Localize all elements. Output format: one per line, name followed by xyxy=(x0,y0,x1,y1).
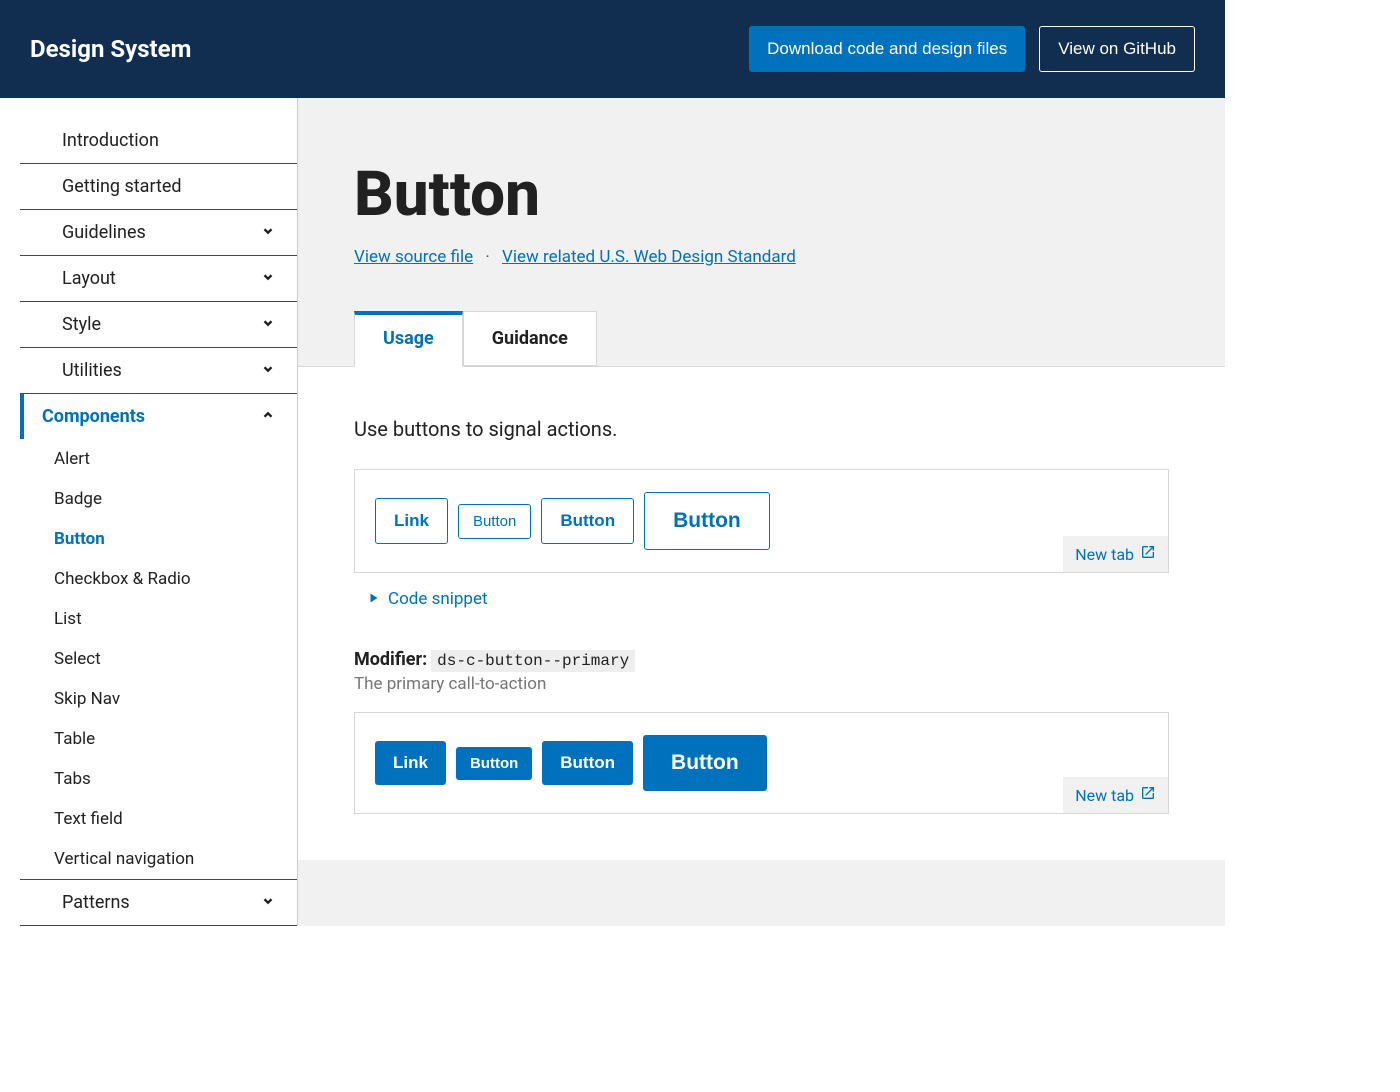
main-content: Button View source file · View related U… xyxy=(297,98,1225,926)
intro-text: Use buttons to signal actions. xyxy=(354,417,1169,441)
sidebar-item-label: Introduction xyxy=(62,130,159,151)
logo[interactable]: Design System xyxy=(30,35,191,63)
sidebar-subitem-button[interactable]: Button xyxy=(0,519,297,559)
new-tab-link[interactable]: New tab xyxy=(1063,536,1168,572)
chevron-down-icon xyxy=(261,362,275,380)
sidebar-subitem-tabs[interactable]: Tabs xyxy=(0,759,297,799)
external-link-icon xyxy=(1140,785,1156,805)
sidebar-subitem-select[interactable]: Select xyxy=(0,639,297,679)
example-primary-big-button[interactable]: Button xyxy=(643,735,767,791)
tabs: Usage Guidance xyxy=(298,311,1225,367)
page-title: Button xyxy=(354,158,1169,231)
sidebar-subitem-alert[interactable]: Alert xyxy=(0,439,297,479)
header: Design System Download code and design f… xyxy=(0,0,1225,98)
sidebar-subitem-list[interactable]: List xyxy=(0,599,297,639)
separator: · xyxy=(485,247,489,267)
preview-box-primary: Link Button Button Button New tab xyxy=(354,712,1169,814)
example-primary-regular-button[interactable]: Button xyxy=(542,741,633,785)
sidebar-item-label: Style xyxy=(62,314,101,335)
example-big-button[interactable]: Button xyxy=(644,492,770,550)
page-header: Button View source file · View related U… xyxy=(298,98,1225,267)
sidebar-item-guidelines[interactable]: Guidelines xyxy=(20,210,297,256)
sidebar-item-label: Getting started xyxy=(62,176,182,197)
sidebar-subitem-badge[interactable]: Badge xyxy=(0,479,297,519)
code-snippet-label: Code snippet xyxy=(388,589,488,609)
tab-usage[interactable]: Usage xyxy=(354,311,463,367)
new-tab-link[interactable]: New tab xyxy=(1063,777,1168,813)
sidebar-item-introduction[interactable]: Introduction xyxy=(20,118,297,164)
sidebar-item-patterns[interactable]: Patterns xyxy=(20,879,297,926)
example-primary-link-button[interactable]: Link xyxy=(375,741,446,785)
preview-box-default: Link Button Button Button New tab xyxy=(354,469,1169,573)
chevron-down-icon xyxy=(261,224,275,242)
code-snippet-toggle[interactable]: Code snippet xyxy=(354,589,1169,609)
chevron-down-icon xyxy=(261,894,275,912)
sidebar-item-label: Utilities xyxy=(62,360,122,381)
sidebar-item-utilities[interactable]: Utilities xyxy=(20,348,297,394)
example-regular-button[interactable]: Button xyxy=(541,498,634,544)
triangle-right-icon xyxy=(368,589,380,609)
example-small-button[interactable]: Button xyxy=(458,504,531,539)
sidebar: Introduction Getting started Guidelines … xyxy=(0,98,297,926)
sidebar-subitem-vertical-navigation[interactable]: Vertical navigation xyxy=(0,839,297,879)
download-button[interactable]: Download code and design files xyxy=(749,26,1025,72)
modifier-block: Modifier: ds-c-button--primary The prima… xyxy=(354,649,1169,694)
sidebar-item-label: Guidelines xyxy=(62,222,146,243)
sidebar-subitem-text-field[interactable]: Text field xyxy=(0,799,297,839)
chevron-down-icon xyxy=(261,316,275,334)
sidebar-subitem-checkbox-radio[interactable]: Checkbox & Radio xyxy=(0,559,297,599)
sidebar-item-layout[interactable]: Layout xyxy=(20,256,297,302)
example-link-button[interactable]: Link xyxy=(375,498,448,544)
chevron-up-icon xyxy=(261,408,275,426)
preview-inner: Link Button Button Button xyxy=(355,470,1168,572)
sidebar-item-components[interactable]: Components xyxy=(20,394,297,439)
github-button[interactable]: View on GitHub xyxy=(1039,26,1195,72)
sidebar-item-label: Layout xyxy=(62,268,116,289)
example-primary-small-button[interactable]: Button xyxy=(456,747,532,780)
chevron-down-icon xyxy=(261,270,275,288)
new-tab-label: New tab xyxy=(1075,545,1134,564)
tab-guidance[interactable]: Guidance xyxy=(463,311,597,366)
sidebar-item-style[interactable]: Style xyxy=(20,302,297,348)
tab-content: Use buttons to signal actions. Link Butt… xyxy=(298,367,1225,860)
modifier-label: Modifier: xyxy=(354,649,427,670)
external-link-icon xyxy=(1140,544,1156,564)
view-source-link[interactable]: View source file xyxy=(354,247,473,267)
view-standard-link[interactable]: View related U.S. Web Design Standard xyxy=(502,247,796,267)
new-tab-label: New tab xyxy=(1075,786,1134,805)
sidebar-item-getting-started[interactable]: Getting started xyxy=(20,164,297,210)
preview-inner: Link Button Button Button xyxy=(355,713,1168,813)
modifier-description: The primary call-to-action xyxy=(354,674,1169,694)
sidebar-item-label: Patterns xyxy=(62,892,130,913)
sidebar-item-label: Components xyxy=(42,406,145,427)
sidebar-subitem-skip-nav[interactable]: Skip Nav xyxy=(0,679,297,719)
header-actions: Download code and design files View on G… xyxy=(749,26,1195,72)
sidebar-subitem-table[interactable]: Table xyxy=(0,719,297,759)
modifier-code: ds-c-button--primary xyxy=(431,650,635,672)
page-links: View source file · View related U.S. Web… xyxy=(354,247,1169,267)
